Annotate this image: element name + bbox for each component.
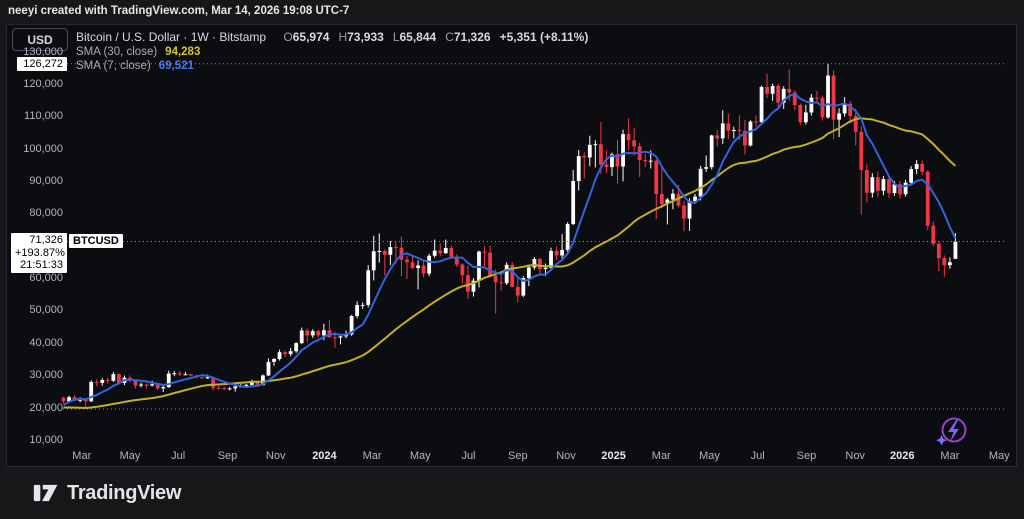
- credit-line: neeyi created with TradingView.com, Mar …: [8, 5, 349, 17]
- sma7-label[interactable]: SMA (7, close): [76, 60, 151, 72]
- price-tick-label: 80,000: [13, 207, 63, 219]
- change-value: +5,351 (+8.11%): [500, 30, 589, 44]
- price-tick-label: 10,000: [13, 434, 63, 446]
- current-price: 71,326: [15, 234, 63, 247]
- price-tick-label: 60,000: [13, 272, 63, 284]
- current-price-tag: 71,326 +193.87% 21:51:33: [11, 233, 67, 273]
- high-label: H: [338, 30, 347, 44]
- price-tick-label: 50,000: [13, 304, 63, 316]
- high-value: 73,933: [347, 30, 384, 44]
- bar-countdown: 21:51:33: [15, 259, 63, 272]
- price-tick-label: 40,000: [13, 337, 63, 349]
- sma30-label[interactable]: SMA (30, close): [76, 46, 157, 58]
- current-change-pct: +193.87%: [15, 247, 63, 260]
- high-price-tag: 126,272: [17, 57, 67, 71]
- price-tick-label: 130,000: [13, 46, 63, 58]
- open-value: 65,974: [293, 30, 330, 44]
- ohlc-values: O65,974 H73,933 L65,844 C71,326 +5,351 (+8.1…: [283, 30, 588, 44]
- symbol-title[interactable]: Bitcoin / U.S. Dollar · 1W · Bitstamp: [76, 30, 266, 44]
- price-tick-label: 120,000: [13, 78, 63, 90]
- symbol-title-row[interactable]: Bitcoin / U.S. Dollar · 1W · Bitstamp O6…: [76, 30, 588, 44]
- low-value: 65,844: [400, 30, 437, 44]
- close-value: 71,326: [454, 30, 491, 44]
- tradingview-screenshot: neeyi created with TradingView.com, Mar …: [0, 0, 1024, 519]
- tradingview-logo-text: TradingView: [67, 482, 181, 505]
- indicator-row-sma7[interactable]: SMA (7, close) 69,521: [76, 60, 194, 72]
- chart-panel[interactable]: [6, 24, 1017, 467]
- indicator-row-sma30[interactable]: SMA (30, close) 94,283: [76, 46, 200, 58]
- open-label: O: [283, 30, 292, 44]
- price-tick-label: 90,000: [13, 175, 63, 187]
- symbol-tag: BTCUSD: [69, 234, 123, 248]
- close-label: C: [445, 30, 454, 44]
- tradingview-logo[interactable]: TradingView: [33, 480, 181, 506]
- tradingview-logo-mark: [33, 480, 59, 506]
- price-tick-label: 20,000: [13, 402, 63, 414]
- sma30-value: 94,283: [165, 46, 200, 58]
- price-tick-label: 100,000: [13, 143, 63, 155]
- price-tick-label: 110,000: [13, 110, 63, 122]
- low-label: L: [393, 30, 400, 44]
- price-tick-label: 30,000: [13, 369, 63, 381]
- sma7-value: 69,521: [159, 60, 194, 72]
